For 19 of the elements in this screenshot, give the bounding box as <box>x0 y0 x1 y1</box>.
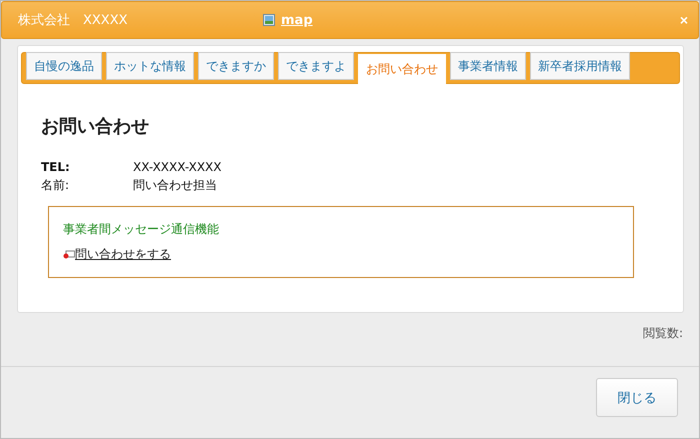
tab[interactable]: 事業者情報 <box>450 52 526 80</box>
tab[interactable]: できますよ <box>278 52 354 80</box>
field-value: XX-XXXX-XXXX <box>133 159 222 176</box>
field-label: 名前: <box>41 177 70 194</box>
panel-title: 事業者間メッセージ通信機能 <box>63 221 220 238</box>
close-dialog-button[interactable]: 閉じる <box>596 378 678 417</box>
mail-icon <box>63 250 75 260</box>
page-heading: お問い合わせ <box>41 115 150 138</box>
tab[interactable]: お問い合わせ <box>358 54 446 84</box>
view-count-label: 閲覧数: <box>642 325 683 342</box>
tab[interactable]: 新卒者採用情報 <box>530 52 630 80</box>
tab[interactable]: ホットな情報 <box>106 52 194 80</box>
field-label: TEL: <box>41 159 71 176</box>
tab[interactable]: できますか <box>198 52 274 80</box>
field-value: 問い合わせ担当 <box>133 177 217 194</box>
image-icon <box>263 14 275 26</box>
tab[interactable]: 自慢の逸品 <box>26 52 102 80</box>
window-title: 株式会社 XXXXX <box>18 12 129 29</box>
inquiry-link[interactable]: 問い合わせをする <box>75 246 171 263</box>
